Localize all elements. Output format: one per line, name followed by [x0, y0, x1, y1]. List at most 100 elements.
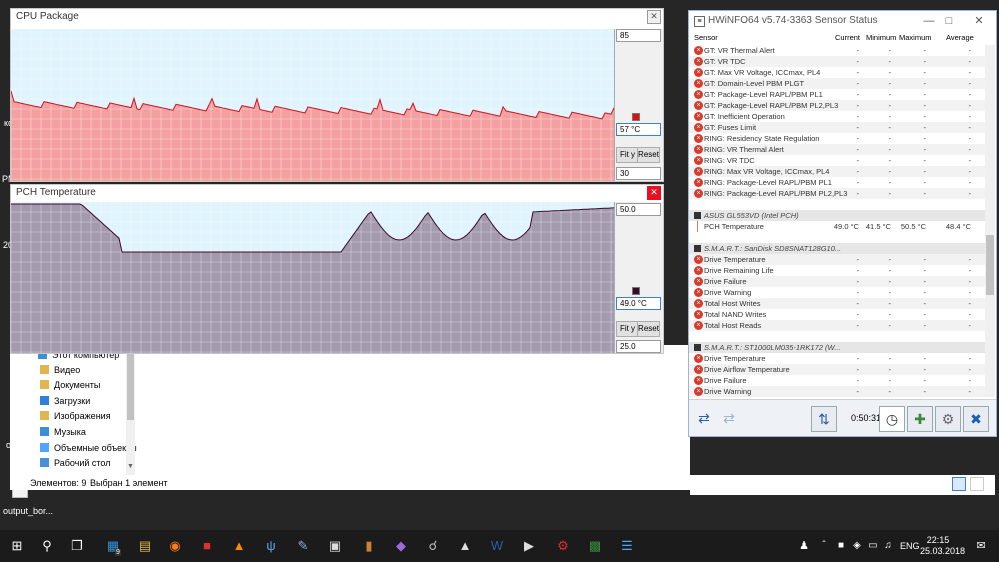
nav-item-pictures[interactable]: Изображения	[40, 409, 111, 424]
sensor-row[interactable]: × GT: Inefficient Operation - - - -	[689, 111, 986, 122]
sensor-row[interactable]: × Total Host Reads - - - -	[689, 320, 986, 331]
sensor-scrollbar[interactable]	[985, 45, 995, 397]
scrollbar-thumb[interactable]	[986, 235, 994, 295]
tiles-view-icon[interactable]	[970, 477, 984, 491]
min-value-field[interactable]: 30	[616, 167, 661, 180]
app-editor-icon[interactable]: ◆	[392, 537, 410, 555]
current-value-field[interactable]: 57 °C	[616, 123, 661, 136]
nav-item-music[interactable]: Музыка	[40, 425, 86, 440]
sensor-row[interactable]: × Drive Failure - - - -	[689, 276, 986, 287]
reset-button[interactable]: Reset	[637, 321, 660, 337]
sensor-row[interactable]: × Drive Warning - - - -	[689, 386, 986, 397]
sensor-row[interactable]: × GT: VR Thermal Alert - - - -	[689, 45, 986, 56]
sensor-row[interactable]: × Drive Remaining Life - - - -	[689, 265, 986, 276]
col-minimum[interactable]: Minimum	[866, 32, 896, 44]
network-icon[interactable]: ⇅	[811, 406, 837, 432]
fit-y-button[interactable]: Fit y	[616, 321, 639, 337]
scroll-down-icon[interactable]: ▼	[127, 463, 134, 470]
sensor-row[interactable]: × RING: Package-Level RAPL/PBM PL2,PL3- - -…	[689, 188, 986, 199]
desktop-label[interactable]: output_bor...	[3, 506, 53, 516]
firefox-icon[interactable]: ◉	[166, 537, 184, 555]
max-value-field[interactable]: 85	[616, 29, 661, 42]
sensor-group-header[interactable]: ASUS GL553VD (Intel PCH)	[689, 210, 986, 221]
file-explorer-icon[interactable]: ▤	[136, 537, 154, 555]
sensor-row[interactable]: │ PCH Temperature 49.0 °C 41.5 °C 50.5 °C 48.…	[689, 221, 986, 232]
sensor-row[interactable]: × Drive Failure - - - -	[689, 375, 986, 386]
search-icon[interactable]: ⚲	[38, 537, 56, 555]
col-current[interactable]: Current	[835, 32, 860, 44]
sensor-row[interactable]: × GT: Package-Level RAPL/PBM PL2,PL3- - - -	[689, 100, 986, 111]
nav-item-downloads[interactable]: Загрузки	[40, 394, 90, 409]
sensor-row[interactable]: × Drive Airflow Temperature - - - -	[689, 364, 986, 375]
app-pen-icon[interactable]: ✎	[294, 537, 312, 555]
sensor-group-header[interactable]: S.M.A.R.T.: ST1000LM035-1RK172 (W...	[689, 342, 986, 353]
app-bottle-icon[interactable]: ▮	[360, 537, 378, 555]
sensor-row[interactable]: × Drive Warning - - - -	[689, 287, 986, 298]
scrollbar-thumb[interactable]	[127, 350, 134, 420]
nav-item-video[interactable]: Видео	[40, 363, 80, 378]
close-x-icon[interactable]: ✖	[963, 406, 989, 432]
sensor-row[interactable]: × RING: VR TDC - - - -	[689, 155, 986, 166]
word-icon[interactable]: W	[488, 537, 506, 555]
action-center-icon[interactable]: ✉	[972, 537, 990, 555]
language-indicator[interactable]: ENG	[900, 541, 920, 551]
hwinfo-taskbar-icon[interactable]: ☰	[618, 537, 636, 555]
sensor-row[interactable]: × Drive Temperature - - - -	[689, 254, 986, 265]
close-button[interactable]: ✕	[969, 14, 989, 28]
series-color-swatch[interactable]	[632, 113, 640, 121]
sensor-group-header[interactable]: S.M.A.R.T.: SanDisk SD8SNAT128G10...	[689, 243, 986, 254]
reset-button[interactable]: Reset	[637, 147, 660, 163]
app-psi-icon[interactable]: ψ	[262, 537, 280, 555]
unsupported-sensor-icon: ×	[694, 266, 703, 275]
minimize-button[interactable]: —	[919, 14, 939, 28]
close-button[interactable]: ✕	[647, 10, 661, 24]
nav-item-documents[interactable]: Документы	[40, 378, 100, 393]
sensor-row[interactable]: × RING: Residency State Regulation - - - -	[689, 133, 986, 144]
nav-item-3d-objects[interactable]: Объемные объекты	[40, 441, 137, 456]
max-value-field[interactable]: 50.0	[616, 203, 661, 216]
app-media-icon[interactable]: ▲	[456, 537, 474, 555]
sensor-row[interactable]: × GT: Package-Level RAPL/PBM PL1- - - -	[689, 89, 986, 100]
people-icon[interactable]: ♟	[795, 537, 813, 555]
app-tool-icon[interactable]: ☌	[424, 537, 442, 555]
min-value-field[interactable]: 25.0	[616, 340, 661, 353]
app-chip-icon[interactable]: ▩	[586, 537, 604, 555]
sensor-row[interactable]: × GT: Max VR Voltage, ICCmax, PL4- - - -	[689, 67, 986, 78]
clock[interactable]: 22:15 25.03.2018	[920, 535, 965, 557]
settings-gear-icon[interactable]: ⚙	[935, 406, 961, 432]
nav-left-right-icon[interactable]: ⇄	[692, 406, 716, 430]
vlc-icon[interactable]: ▲	[230, 537, 248, 555]
col-average[interactable]: Average	[946, 32, 974, 44]
col-maximum[interactable]: Maximum	[899, 32, 932, 44]
sensor-row[interactable]: × RING: Max VR Voltage, ICCmax, PL4- - - -	[689, 166, 986, 177]
pdf-reader-icon[interactable]: ■	[198, 537, 216, 555]
details-view-icon[interactable]	[952, 477, 966, 491]
sensor-row[interactable]: × Total Host Writes - - - -	[689, 298, 986, 309]
sensor-row[interactable]: × GT: Domain-Level PBM PLGT - - - -	[689, 78, 986, 89]
maximize-button[interactable]: □	[939, 14, 959, 28]
clock-icon[interactable]: ◷	[879, 406, 905, 432]
title-bar[interactable]: ≡ HWiNFO64 v5.74-3363 Sensor Status — □ …	[689, 11, 996, 31]
fit-y-button[interactable]: Fit y	[616, 147, 639, 163]
app-gear-icon[interactable]: ⚙	[554, 537, 572, 555]
current-value-field[interactable]: 49.0 °C	[616, 297, 661, 310]
nav-item-desktop[interactable]: Рабочий стол	[40, 456, 111, 471]
sensor-row[interactable]: × RING: VR Thermal Alert - - - -	[689, 144, 986, 155]
volume-icon[interactable]: ♫	[879, 537, 897, 555]
sensor-row[interactable]: × GT: VR TDC - - - -	[689, 56, 986, 67]
windows-start-icon[interactable]: ⊞	[8, 537, 26, 555]
close-button[interactable]: ✕	[647, 186, 661, 200]
tray-chevron-icon[interactable]: ˆ	[815, 537, 833, 555]
task-view-icon[interactable]: ❐	[68, 537, 86, 555]
nav-collapse-icon[interactable]: ⇄	[717, 406, 741, 430]
app-capture-icon[interactable]: ▶	[520, 537, 538, 555]
sensor-row[interactable]: × RING: Package-Level RAPL/PBM PL1- - - -	[689, 177, 986, 188]
series-color-swatch[interactable]	[632, 287, 640, 295]
nav-scrollbar[interactable]: ▼	[126, 345, 135, 475]
col-sensor[interactable]: Sensor	[694, 32, 718, 44]
sensor-row[interactable]: × Drive Temperature - - - -	[689, 353, 986, 364]
app-window-icon[interactable]: ▣	[326, 537, 344, 555]
add-report-icon[interactable]: ✚	[907, 406, 933, 432]
sensor-row[interactable]: × GT: Fuses Limit - - - -	[689, 122, 986, 133]
sensor-row[interactable]: × Total NAND Writes - - - -	[689, 309, 986, 320]
